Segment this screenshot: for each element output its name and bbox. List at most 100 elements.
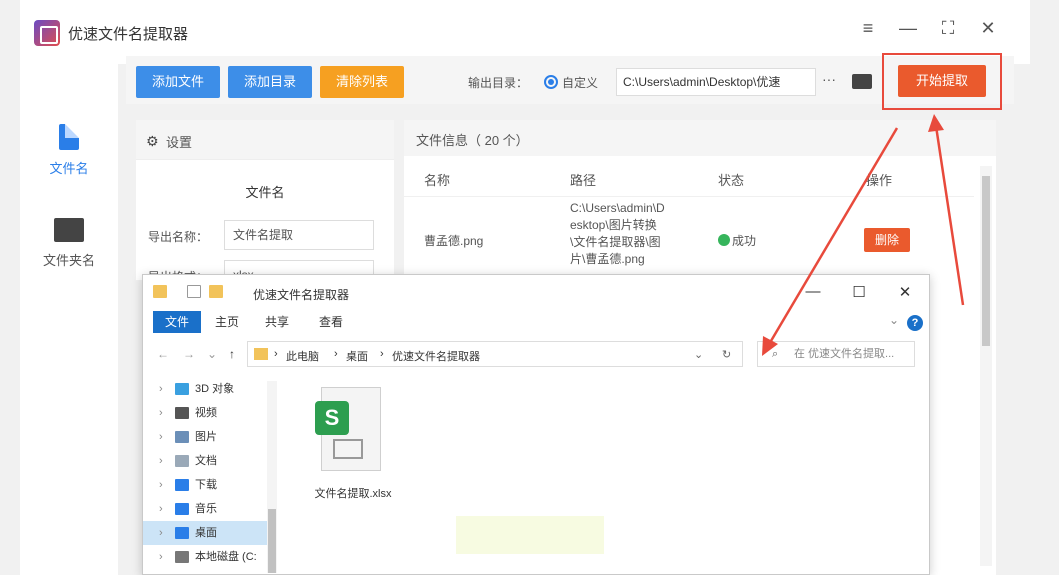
open-folder-icon[interactable] [852, 74, 872, 89]
sidebar-label: 文档 [195, 455, 217, 467]
chevron-right-icon: › [159, 551, 163, 563]
path-line: 片\曹孟德.png [570, 252, 645, 266]
output-dir-label: 输出目录： [468, 76, 529, 90]
sidebar-item-documents[interactable]: › 文档 [143, 449, 267, 473]
forward-icon[interactable]: → [183, 347, 195, 361]
nav-label: 文件名 [49, 161, 89, 176]
xlsx-file-icon[interactable]: S [315, 387, 381, 471]
app-titlebar: 优速文件名提取器 ≡ — ⛶ ✕ [20, 0, 1030, 64]
spreadsheet-badge-icon: S [315, 401, 349, 435]
sidebar-item-music[interactable]: › 音乐 [143, 497, 267, 521]
crumb-folder[interactable]: 优速文件名提取器 [392, 348, 480, 364]
file-icon [59, 124, 79, 150]
explorer-titlebar: 优速文件名提取器 — ☐ ✕ [143, 275, 929, 309]
crumb-this-pc[interactable]: 此电脑 [286, 348, 319, 364]
sidebar-label: 视频 [195, 407, 217, 419]
chevron-down-icon[interactable]: ⌄ [889, 313, 899, 327]
sidebar-scrollbar[interactable] [267, 381, 277, 573]
crumb-separator: › [380, 348, 384, 360]
video-icon [175, 407, 189, 419]
disk-icon [175, 551, 189, 563]
custom-radio[interactable] [544, 75, 558, 89]
search-placeholder: 在 优速文件名提取... [794, 348, 895, 360]
tab-share[interactable]: 共享 [265, 313, 289, 330]
nav-label: 文件夹名 [42, 253, 95, 268]
gear-icon: ⚙ [146, 133, 159, 149]
file-name-label[interactable]: 文件名提取.xlsx [293, 485, 413, 501]
settings-subtitle: 文件名 [245, 185, 285, 200]
start-extract-button[interactable]: 开始提取 [898, 65, 986, 97]
custom-radio-label: 自定义 [562, 76, 599, 90]
success-icon [718, 234, 730, 246]
chevron-right-icon: › [159, 383, 163, 395]
recent-chevron-icon[interactable]: ⌄ [207, 347, 217, 361]
path-line: C:\Users\admin\D [570, 201, 665, 215]
address-dropdown-icon[interactable]: ⌄ [694, 348, 703, 361]
pictures-icon [175, 431, 189, 443]
row-file-name: 曹孟德.png [424, 234, 484, 248]
desktop-icon [175, 527, 189, 539]
minimize-icon[interactable]: — [896, 18, 920, 39]
folder-icon [254, 348, 268, 360]
help-icon[interactable]: ? [907, 315, 923, 331]
sidebar-label: 3D 对象 [195, 383, 235, 395]
delete-button[interactable]: 删除 [864, 228, 910, 252]
sidebar-item-local-disk[interactable]: › 本地磁盘 (C: [143, 545, 267, 569]
scrollbar-thumb[interactable] [268, 509, 276, 573]
chevron-right-icon: › [159, 479, 163, 491]
refresh-icon[interactable]: ↻ [722, 348, 731, 361]
column-header-path: 路径 [570, 173, 597, 188]
address-bar[interactable]: › 此电脑 › 桌面 › 优速文件名提取器 ⌄ ↻ [247, 341, 743, 367]
chevron-right-icon: › [159, 503, 163, 515]
maximize-icon[interactable]: ☐ [849, 283, 869, 301]
menu-icon[interactable]: ≡ [856, 18, 880, 39]
row-divider [404, 196, 974, 197]
sidebar-item-3d[interactable]: › 3D 对象 [143, 377, 267, 401]
explorer-sidebar: › 3D 对象 › 视频 › 图片 › 文档 › 下载 › 音乐 › 桌面 › 本地磁盘 (C: [143, 373, 279, 575]
nav-item-foldername[interactable]: 文件夹名 [20, 218, 118, 269]
tab-file[interactable]: 文件 [153, 311, 201, 333]
add-directory-button[interactable]: 添加目录 [228, 66, 312, 98]
sidebar-item-videos[interactable]: › 视频 [143, 401, 267, 425]
folder-icon [153, 285, 167, 298]
row-file-path: C:\Users\admin\D esktop\图片转换 \文件名提取器\图 片… [570, 200, 665, 268]
scrollbar-thumb[interactable] [982, 176, 990, 346]
chevron-right-icon: › [159, 455, 163, 467]
add-file-button[interactable]: 添加文件 [136, 66, 220, 98]
explorer-address-row: ← → ⌄ ↑ › 此电脑 › 桌面 › 优速文件名提取器 ⌄ ↻ ⌕ 在 优速… [143, 337, 929, 371]
export-name-label: 导出名称： [148, 230, 209, 244]
sidebar-label: 桌面 [195, 527, 217, 539]
sidebar-item-desktop[interactable]: › 桌面 [143, 521, 267, 545]
tab-home[interactable]: 主页 [215, 313, 239, 330]
nav-item-filename[interactable]: 文件名 [20, 124, 118, 177]
back-icon[interactable]: ← [157, 347, 169, 361]
sidebar-item-downloads[interactable]: › 下载 [143, 473, 267, 497]
file-list-scrollbar[interactable] [980, 166, 992, 566]
left-nav: 文件名 文件夹名 [20, 64, 118, 575]
close-icon[interactable]: ✕ [976, 18, 1000, 39]
toolbar: 添加文件 添加目录 清除列表 输出目录： 自定义 C:\Users\admin\… [126, 56, 1014, 104]
new-folder-icon[interactable] [209, 285, 223, 298]
path-line: esktop\图片转换 [570, 218, 657, 232]
minimize-icon[interactable]: — [803, 283, 823, 300]
status-text: 成功 [732, 234, 757, 248]
properties-icon[interactable] [187, 285, 201, 298]
crumb-desktop[interactable]: 桌面 [346, 348, 368, 364]
close-icon[interactable]: ✕ [895, 283, 915, 301]
up-icon[interactable]: ↑ [229, 347, 235, 361]
folder-icon [54, 218, 84, 242]
clear-list-button[interactable]: 清除列表 [320, 66, 404, 98]
explorer-search-input[interactable]: ⌕ 在 优速文件名提取... [757, 341, 915, 367]
column-header-status: 状态 [718, 173, 745, 188]
crumb-separator: › [274, 348, 278, 360]
maximize-icon[interactable]: ⛶ [936, 18, 960, 39]
export-name-input[interactable]: 文件名提取 [224, 220, 374, 250]
output-path-input[interactable]: C:\Users\admin\Desktop\优速 [616, 68, 816, 96]
row-status: 成功 [718, 232, 756, 249]
sidebar-item-pictures[interactable]: › 图片 [143, 425, 267, 449]
3d-objects-icon [175, 383, 189, 395]
more-icon[interactable]: ··· [822, 71, 836, 87]
tab-view[interactable]: 查看 [319, 313, 343, 330]
settings-header: ⚙ 设置 [136, 120, 394, 160]
sidebar-label: 本地磁盘 (C: [195, 551, 257, 563]
